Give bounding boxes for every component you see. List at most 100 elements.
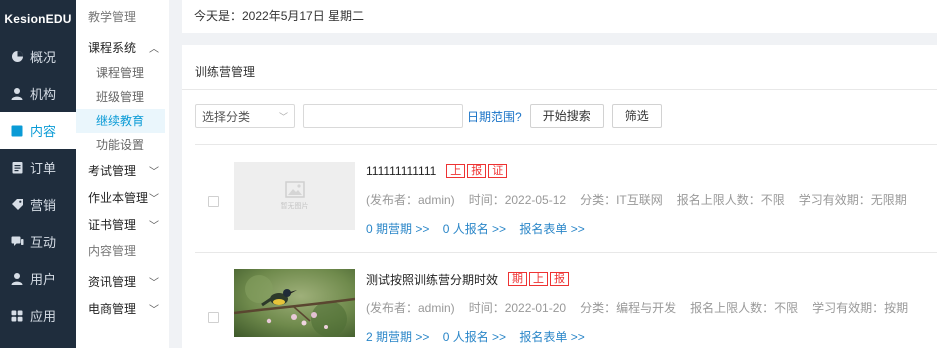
chevron-down-icon: ﹀ [149, 305, 159, 316]
submenu-group-label: 证书管理 [88, 218, 137, 232]
submenu-item-class-manage[interactable]: 班级管理 [76, 85, 169, 109]
image-icon [284, 181, 305, 198]
nav-item-users[interactable]: 用户 [0, 260, 76, 297]
apps-icon [10, 309, 24, 323]
submenu-section-teaching: 教学管理 [88, 10, 137, 24]
user-icon [10, 87, 24, 101]
item-info: 111111111111 上 报 证 (发布者：admin) 时间：2022-05… [366, 162, 937, 237]
signup-form-link[interactable]: 报名表单 >> [519, 330, 584, 344]
status-badge: 报 [467, 164, 487, 178]
search-input[interactable] [303, 104, 463, 128]
nav-item-apps[interactable]: 应用 [0, 297, 76, 334]
filter-button[interactable]: 筛选 [611, 104, 662, 128]
nav-item-institution[interactable]: 机构 [0, 75, 76, 112]
submenu-group-label: 作业本管理 [88, 191, 149, 205]
item-meta: (发布者：admin) 时间：2022-05-12 分类：IT互联网 报名上限人数：不… [366, 191, 937, 208]
status-badge: 上 [446, 164, 466, 178]
app-root: KesionEDU 概况 机构 内容 订单 营销 互动 用户 应用 教学管理 课… [0, 0, 937, 348]
chevron-up-icon: ︿ [149, 44, 159, 55]
item-links: 2 期营期 >> 0 人报名 >> 报名表单 >> [366, 328, 937, 345]
item-limit: 报名上限人数：不限 [690, 301, 799, 315]
submenu-group-exam[interactable]: 考试管理 ﹀ [76, 157, 169, 184]
status-badge: 证 [488, 164, 508, 178]
submenu-group-news[interactable]: 资讯管理 ﹀ [76, 268, 169, 295]
main-sidebar: KesionEDU 概况 机构 内容 订单 营销 互动 用户 应用 [0, 0, 76, 348]
periods-link[interactable]: 2 期营期 >> [366, 330, 429, 344]
submenu-group-course-system[interactable]: 课程系统 ︿ [76, 34, 169, 61]
brand-logo: KesionEDU [4, 12, 72, 26]
order-icon [10, 161, 24, 175]
signup-form-link[interactable]: 报名表单 >> [519, 222, 584, 236]
item-title-line: 测试按照训练营分期时效 期 上 报 [366, 270, 937, 288]
user-icon [10, 272, 24, 286]
item-thumbnail-bird [234, 269, 355, 337]
item-title[interactable]: 111111111111 [366, 164, 436, 178]
no-image-text: 暂无图片 [280, 203, 309, 210]
chat-icon [10, 235, 24, 249]
date-range-link[interactable]: 日期范围? [467, 108, 522, 125]
submenu-group-ecommerce[interactable]: 电商管理 ﹀ [76, 295, 169, 322]
chevron-down-icon: ﹀ [149, 221, 159, 232]
item-category: 分类：编程与开发 [580, 301, 677, 315]
signups-link[interactable]: 0 人报名 >> [443, 330, 506, 344]
submenu-group-homework[interactable]: 作业本管理 ﹀ [76, 184, 169, 211]
nav-label: 概况 [30, 50, 57, 65]
tag-icon [10, 198, 24, 212]
date-bar: 今天是：2022年5月17日 星期二 [182, 0, 937, 33]
nav-item-interaction[interactable]: 互动 [0, 223, 76, 260]
secondary-menu: 教学管理 课程系统 ︿ 课程管理 班级管理 继续教育 功能设置 考试管理 ﹀ 作… [76, 0, 169, 348]
item-time: 时间：2022-05-12 [468, 193, 567, 207]
search-button[interactable]: 开始搜索 [529, 104, 604, 128]
submenu-group-label: 电商管理 [88, 302, 137, 316]
item-title[interactable]: 测试按照训练营分期时效 [366, 271, 498, 288]
item-info: 测试按照训练营分期时效 期 上 报 (发布者：admin) 时间：2022-01-… [366, 270, 937, 345]
camp-panel: 训练营管理 选择分类 ﹀ 日期范围? 开始搜索 筛选 暂无图片 11111111… [182, 45, 937, 348]
nav-item-marketing[interactable]: 营销 [0, 186, 76, 223]
thumbnail-placeholder: 暂无图片 [234, 162, 355, 230]
status-badge: 报 [550, 272, 570, 286]
submenu-group-certificate[interactable]: 证书管理 ﹀ [76, 211, 169, 238]
chevron-down-icon: ﹀ [149, 194, 159, 205]
item-title-line: 111111111111 上 报 证 [366, 162, 937, 180]
nav-label: 应用 [30, 309, 57, 324]
panel-title: 训练营管理 [182, 45, 937, 90]
nav-item-orders[interactable]: 订单 [0, 149, 76, 186]
nav-label: 用户 [30, 272, 57, 287]
chevron-down-icon: ﹀ [149, 167, 159, 178]
nav-label: 内容 [30, 124, 57, 139]
chevron-down-icon: ﹀ [278, 111, 288, 122]
nav-label: 机构 [30, 87, 57, 102]
nav-item-content[interactable]: 内容 [0, 112, 76, 149]
dashboard-icon [10, 50, 24, 64]
nav-item-overview[interactable]: 概况 [0, 38, 76, 75]
chevron-down-icon: ﹀ [149, 278, 159, 289]
item-validity: 学习有效期：无限期 [798, 193, 907, 207]
item-meta: (发布者：admin) 时间：2022-01-20 分类：编程与开发 报名上限人数：不… [366, 299, 937, 316]
submenu-group-label: 课程系统 [88, 41, 137, 55]
content-icon [10, 124, 24, 138]
row-checkbox[interactable] [208, 196, 219, 207]
item-limit: 报名上限人数：不限 [676, 193, 785, 207]
item-time: 时间：2022-01-20 [468, 301, 567, 315]
submenu-item-course-manage[interactable]: 课程管理 [76, 61, 169, 85]
status-badge: 期 [508, 272, 528, 286]
item-publisher: (发布者：admin) [366, 193, 455, 207]
signups-link[interactable]: 0 人报名 >> [443, 222, 506, 236]
submenu-group-label: 资讯管理 [88, 275, 137, 289]
submenu-item-continuing-education[interactable]: 继续教育 [76, 109, 165, 133]
submenu-item-feature-settings[interactable]: 功能设置 [76, 133, 169, 157]
item-links: 0 期营期 >> 0 人报名 >> 报名表单 >> [366, 220, 937, 237]
status-badge: 上 [529, 272, 549, 286]
nav-label: 订单 [30, 161, 57, 176]
submenu-group-label: 考试管理 [88, 164, 137, 178]
category-select[interactable]: 选择分类 ﹀ [195, 104, 295, 128]
item-publisher: (发布者：admin) [366, 301, 455, 315]
category-select-value: 选择分类 [202, 109, 251, 124]
submenu-section-content: 内容管理 [88, 244, 137, 258]
list-item: 暂无图片 111111111111 上 报 证 (发布者：admin) 时间：20… [195, 144, 937, 252]
bird-photo [234, 269, 355, 337]
periods-link[interactable]: 0 期营期 >> [366, 222, 429, 236]
filter-bar: 选择分类 ﹀ 日期范围? 开始搜索 筛选 [195, 104, 662, 128]
row-checkbox[interactable] [208, 312, 219, 323]
list-item: 测试按照训练营分期时效 期 上 报 (发布者：admin) 时间：2022-01-… [195, 252, 937, 348]
